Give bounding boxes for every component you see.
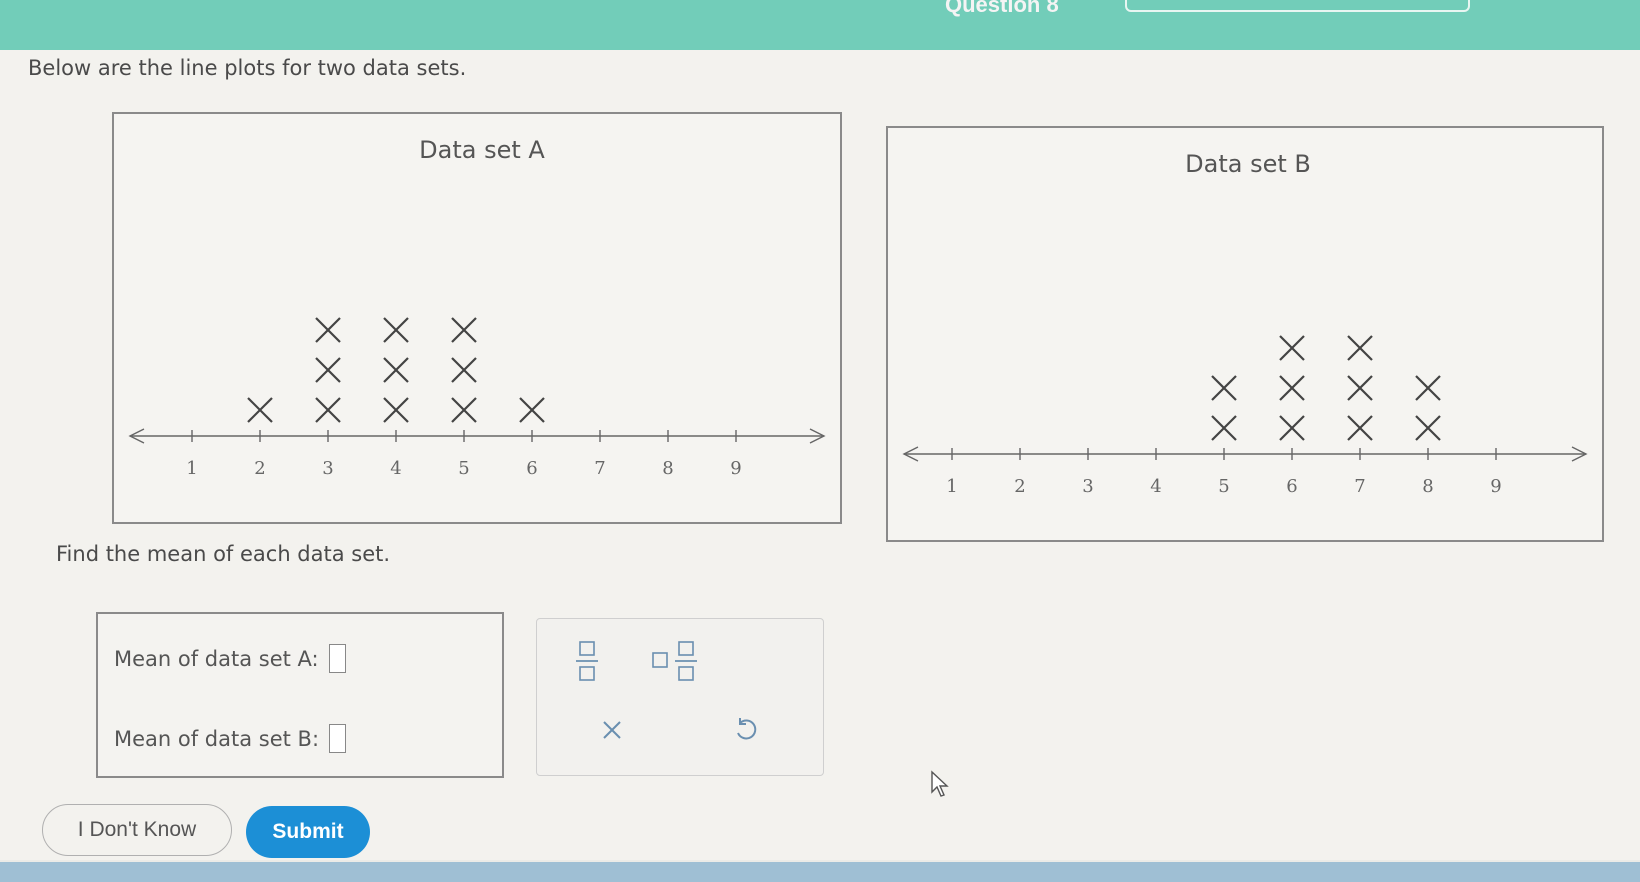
tick-label: 4 — [1150, 476, 1161, 497]
tick-label: 7 — [1354, 476, 1365, 497]
tick-label: 7 — [594, 458, 605, 479]
mean-b-row: Mean of data set B: — [114, 724, 347, 753]
header-bar: Question 8 — [0, 0, 1640, 56]
tick-label: 8 — [662, 458, 673, 479]
mean-a-input[interactable] — [328, 644, 346, 673]
tick-label: 3 — [1082, 476, 1093, 497]
data-point-x — [451, 357, 477, 383]
mean-a-label: Mean of data set A: — [114, 646, 319, 671]
line-plot-b-svg: Data set B 1 2 3 4 5 6 7 8 9 — [902, 150, 1588, 497]
intro-text: Below are the line plots for two data se… — [28, 56, 467, 80]
progress-bar — [1125, 0, 1470, 12]
data-point-x — [1279, 335, 1305, 361]
data-point-x — [451, 317, 477, 343]
data-point-x — [383, 397, 409, 423]
dont-know-button[interactable]: I Don't Know — [42, 804, 232, 856]
data-point-x — [519, 397, 545, 423]
data-point-x — [451, 397, 477, 423]
fraction-icon[interactable] — [575, 639, 599, 687]
bottom-strip — [0, 862, 1640, 882]
instruction-text: Find the mean of each data set. — [56, 542, 391, 566]
data-point-x — [1279, 415, 1305, 441]
data-point-x — [1347, 375, 1373, 401]
tick-label: 2 — [1014, 476, 1025, 497]
mixed-number-icon[interactable] — [651, 639, 699, 687]
tick-label: 9 — [730, 458, 741, 479]
line-plot-b: Data set B 1 2 3 4 5 6 7 8 9 — [886, 126, 1604, 542]
data-point-x — [1347, 415, 1373, 441]
plot-title: Data set A — [419, 136, 545, 164]
tick-label: 9 — [1490, 476, 1501, 497]
data-point-x — [383, 317, 409, 343]
tick-label: 8 — [1422, 476, 1433, 497]
data-point-x — [1415, 415, 1441, 441]
tick-label: 6 — [1286, 476, 1297, 497]
data-point-x — [1415, 375, 1441, 401]
line-plot-a: Data set A 1 2 3 4 5 6 7 8 9 — [112, 112, 842, 524]
header-title: Question 8 — [945, 0, 1059, 17]
tick-label: 6 — [526, 458, 537, 479]
mean-b-input[interactable] — [329, 724, 347, 753]
data-point-x — [315, 357, 341, 383]
tick-label: 5 — [1218, 476, 1229, 497]
math-tools-palette — [536, 618, 824, 776]
mean-a-row: Mean of data set A: — [114, 644, 346, 673]
plot-title: Data set B — [1185, 150, 1311, 178]
data-point-x — [1279, 375, 1305, 401]
tick-label: 5 — [458, 458, 469, 479]
data-point-x — [247, 397, 273, 423]
data-point-x — [1347, 335, 1373, 361]
tick-label: 3 — [322, 458, 333, 479]
mouse-pointer-icon — [930, 770, 952, 804]
line-plot-a-svg: Data set A 1 2 3 4 5 6 7 8 9 — [128, 136, 826, 479]
data-point-x — [315, 317, 341, 343]
tick-label: 1 — [186, 458, 197, 479]
tick-label: 1 — [946, 476, 957, 497]
data-point-x — [383, 357, 409, 383]
mean-b-label: Mean of data set B: — [114, 726, 320, 751]
data-point-x — [1211, 375, 1237, 401]
tick-label: 4 — [390, 458, 401, 479]
undo-icon[interactable] — [731, 715, 761, 749]
data-point-x — [1211, 415, 1237, 441]
data-point-x — [315, 397, 341, 423]
clear-icon[interactable] — [599, 717, 625, 747]
tick-label: 2 — [254, 458, 265, 479]
answer-box: Mean of data set A: Mean of data set B: — [96, 612, 504, 778]
submit-button[interactable]: Submit — [246, 806, 370, 858]
